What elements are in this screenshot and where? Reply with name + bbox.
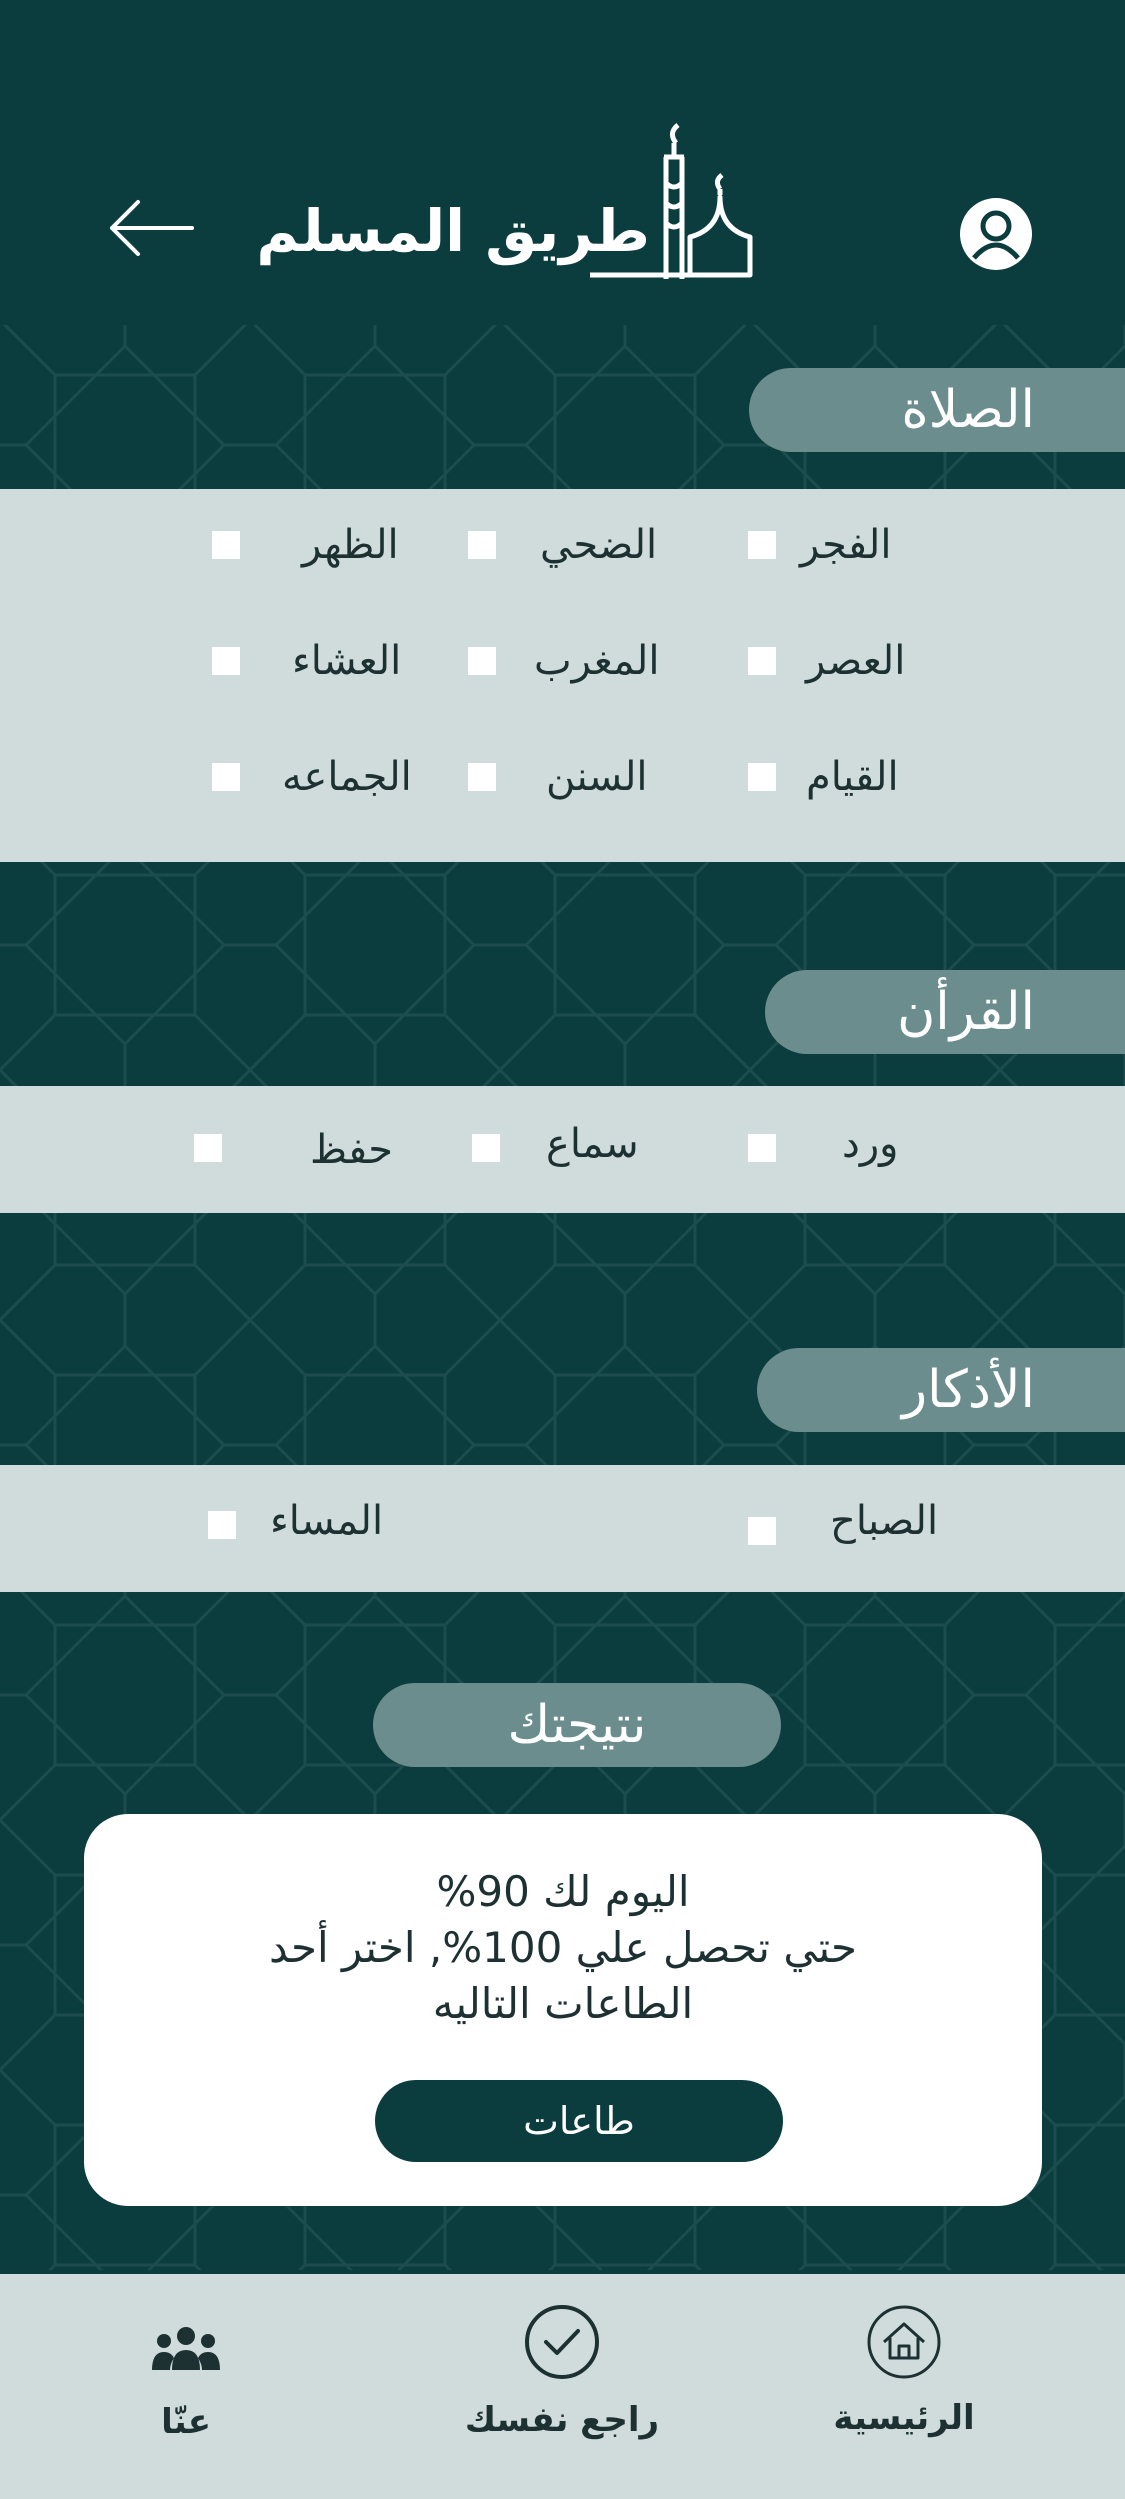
- checkbox[interactable]: [212, 763, 240, 791]
- nav-about[interactable]: عنّا: [76, 2304, 296, 2474]
- checkbox[interactable]: [468, 647, 496, 675]
- prayer-item-maghrib[interactable]: المغرب: [468, 631, 659, 691]
- nav-review-label: راجع نفسك: [464, 2400, 660, 2440]
- nav-review[interactable]: راجع نفسك: [452, 2304, 672, 2474]
- back-button[interactable]: [106, 196, 196, 260]
- app-title: طريق المسلم: [256, 197, 650, 265]
- checkbox[interactable]: [748, 1134, 776, 1162]
- prayer-panel: الفجر الضحي الظهر العصر المغرب العشاء ال…: [0, 489, 1125, 862]
- nav-home[interactable]: الرئيسية: [794, 2304, 1014, 2474]
- nav-home-label: الرئيسية: [833, 2398, 975, 2438]
- checkbox[interactable]: [208, 1511, 236, 1539]
- checkbox[interactable]: [212, 647, 240, 675]
- checkbox[interactable]: [748, 647, 776, 675]
- adhkar-item-morning[interactable]: الصباح: [748, 1491, 938, 1551]
- checkbox[interactable]: [468, 763, 496, 791]
- app-header: طريق المسلم: [0, 0, 1125, 325]
- home-icon: [867, 2305, 941, 2379]
- section-title-adhkar: الأذكار: [757, 1348, 1125, 1432]
- prayer-item-jamaah[interactable]: الجماعه: [212, 747, 412, 807]
- result-card: %اليوم لك 90 حتي تحصل علي 100%, اختر أحد…: [84, 1814, 1042, 2206]
- adhkar-item-evening[interactable]: المساء: [208, 1491, 383, 1551]
- prayer-item-qiyam[interactable]: القيام: [748, 747, 899, 807]
- checkbox[interactable]: [472, 1134, 500, 1162]
- result-line-1: %اليوم لك 90: [436, 1867, 690, 1916]
- quran-item-wird[interactable]: ورد: [748, 1114, 898, 1174]
- bottom-navigation: الرئيسية راجع نفسك عنّا: [0, 2272, 1125, 2499]
- prayer-item-isha[interactable]: العشاء: [212, 631, 401, 691]
- prayer-item-asr[interactable]: العصر: [748, 631, 905, 691]
- checkbox[interactable]: [468, 531, 496, 559]
- checkbox[interactable]: [748, 763, 776, 791]
- arrow-left-icon: [110, 200, 194, 256]
- prayer-item-dhuhr[interactable]: الظهر: [212, 515, 399, 575]
- user-avatar-icon: [960, 198, 1032, 270]
- group-icon: [152, 2327, 220, 2370]
- app-logo: طريق المسلم: [256, 115, 760, 285]
- result-line-2: حتي تحصل علي 100%, اختر أحد: [269, 1923, 857, 1972]
- prayer-item-duha[interactable]: الضحي: [468, 515, 657, 575]
- checkbox[interactable]: [212, 531, 240, 559]
- quran-item-listening[interactable]: سماع: [472, 1114, 639, 1174]
- quran-item-memorization[interactable]: حفظ: [194, 1120, 393, 1180]
- checkbox[interactable]: [748, 531, 776, 559]
- result-message: %اليوم لك 90 حتي تحصل علي 100%, اختر أحد…: [84, 1864, 1042, 2032]
- check-circle-icon: [525, 2305, 599, 2379]
- deeds-button[interactable]: طاعات: [375, 2080, 783, 2162]
- checkbox[interactable]: [748, 1517, 776, 1545]
- quran-panel: ورد سماع حفظ: [0, 1086, 1125, 1213]
- section-title-prayer: الصلاة: [749, 368, 1125, 452]
- adhkar-panel: الصباح المساء: [0, 1465, 1125, 1592]
- result-title: نتيجتك: [373, 1683, 781, 1767]
- prayer-item-sunan[interactable]: السنن: [468, 747, 648, 807]
- nav-about-label: عنّا: [161, 2402, 211, 2442]
- section-title-quran: القرأن: [765, 970, 1125, 1054]
- checkbox[interactable]: [194, 1134, 222, 1162]
- profile-button[interactable]: [958, 196, 1034, 272]
- prayer-item-fajr[interactable]: الفجر: [748, 515, 891, 575]
- result-line-3: الطاعات التاليه: [432, 1979, 694, 2028]
